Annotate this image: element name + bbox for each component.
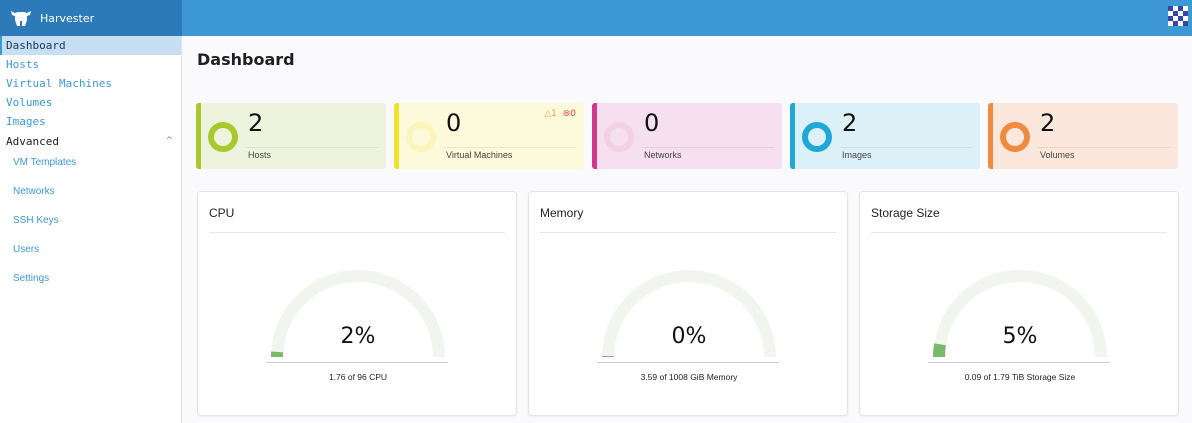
stat-count: 0 [644,109,660,137]
gauge-card-cpu: CPU 2% 1.76 of 96 CPU [197,191,517,416]
brand-name: Harvester [40,11,95,25]
gauge-arc [933,270,1107,358]
gauge-baseline [597,362,779,363]
stat-label: Volumes [1040,150,1075,160]
gauge-baseline [928,362,1110,363]
stat-divider [840,147,972,148]
sidebar-item-vm-templates[interactable]: VM Templates [0,152,181,181]
sidebar-item-images[interactable]: Images [0,112,181,131]
ring-icon [802,122,832,152]
warning-count: △1 [544,109,557,119]
ring-icon [604,122,634,152]
ring-icon [208,122,238,152]
sidebar-item-volumes[interactable]: Volumes [0,93,181,112]
stat-accent-bar [790,103,795,169]
brand[interactable]: Harvester [0,0,182,36]
gauge-subtitle: 1.76 of 96 CPU [328,372,388,382]
user-avatar-icon[interactable] [1168,6,1188,26]
main-content: Dashboard 2 Hosts 0 △1 ⊜0 Virtual Machin… [183,36,1192,423]
page-title: Dashboard [197,50,295,69]
stat-accent-bar [196,103,201,169]
gauge-percent: 2% [340,324,376,349]
chevron-up-icon: ^ [165,136,173,146]
harvester-cow-icon [11,11,31,26]
top-header: Harvester [0,0,1192,36]
stat-card-virtual-machines[interactable]: 0 △1 ⊜0 Virtual Machines [394,103,584,169]
sidebar-item-virtual-machines[interactable]: Virtual Machines [0,74,181,93]
stat-count: 2 [1040,109,1056,137]
sidebar-item-hosts[interactable]: Hosts [0,55,181,74]
sidebar-group-label: Advanced [6,135,59,148]
stat-card-networks[interactable]: 0 Networks [592,103,782,169]
stat-label: Hosts [248,150,272,160]
stat-card-hosts[interactable]: 2 Hosts [196,103,386,169]
stat-count: 2 [842,109,858,137]
stat-divider [246,147,378,148]
stat-count: 0 [446,109,462,137]
stat-label: Virtual Machines [446,150,513,160]
stat-card-images[interactable]: 2 Images [790,103,980,169]
gauge-baseline [266,362,448,363]
stat-accent-bar [592,103,597,169]
stat-divider [444,147,576,148]
stat-label: Networks [644,150,682,160]
sidebar-item-users[interactable]: Users [0,239,181,268]
gauge-arc [601,270,776,358]
sidebar-item-dashboard[interactable]: Dashboard [0,36,181,55]
sidebar: Dashboard Hosts Virtual Machines Volumes… [0,36,182,423]
ring-icon [406,122,436,152]
gauge-subtitle: 0.09 of 1.79 TiB Storage Size [964,372,1076,382]
alert-counts: △1 ⊜0 [544,109,576,119]
stat-card-volumes[interactable]: 2 Volumes [988,103,1178,169]
gauge-subtitle: 3.59 of 1008 GiB Memory [640,372,738,382]
ring-icon [1000,122,1030,152]
sidebar-group-advanced[interactable]: Advanced ^ [0,131,181,152]
gauge-percent: 0% [671,324,707,349]
gauge-arc [271,270,445,358]
gauge-card-storage: Storage Size 5% 0.09 of 1.79 TiB Storage… [859,191,1179,416]
stat-divider [1038,147,1170,148]
stat-divider [642,147,774,148]
gauge-percent: 5% [1002,324,1038,349]
sidebar-item-networks[interactable]: Networks [0,181,181,210]
stat-accent-bar [394,103,399,169]
stat-accent-bar [988,103,993,169]
gauge-card-memory: Memory 0% 3.59 of 1008 GiB Memory [528,191,848,416]
stat-label: Images [842,150,872,160]
sidebar-item-ssh-keys[interactable]: SSH Keys [0,210,181,239]
sidebar-item-settings[interactable]: Settings [0,268,181,297]
stat-count: 2 [248,109,264,137]
error-count: ⊜0 [562,109,576,119]
